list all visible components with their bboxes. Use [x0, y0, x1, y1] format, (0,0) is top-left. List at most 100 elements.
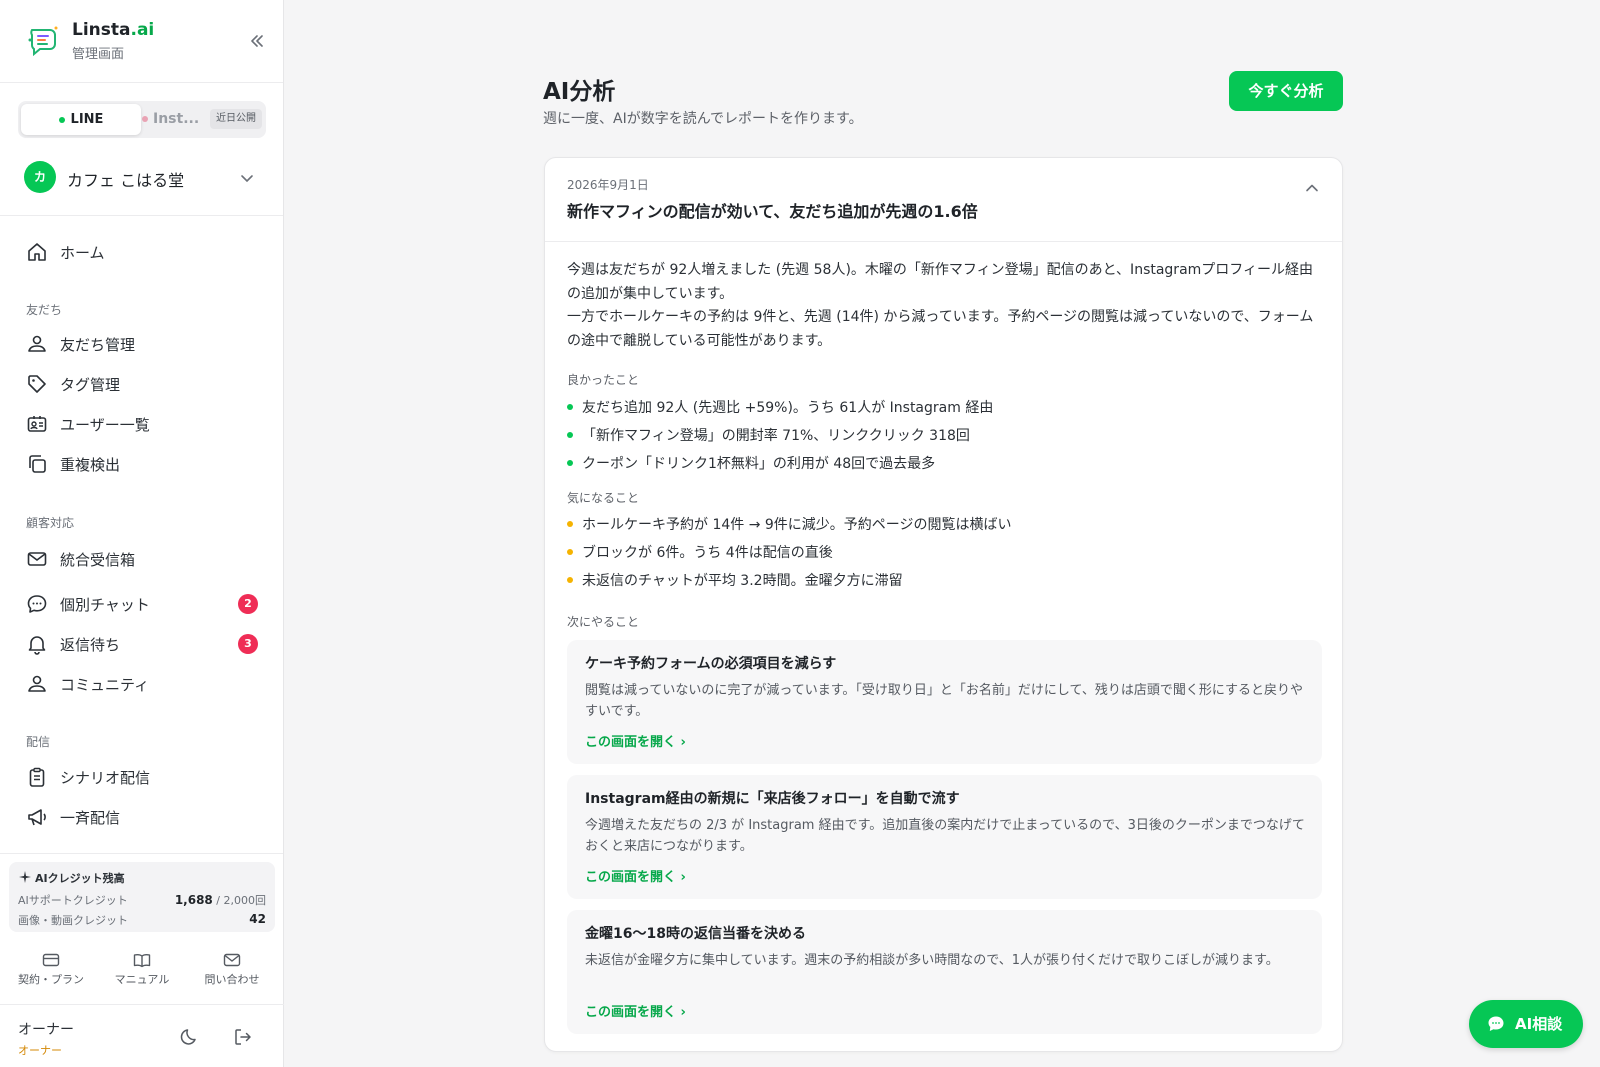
- id-card-icon: [27, 416, 47, 432]
- sidebar-item-inbox[interactable]: 統合受信箱: [26, 545, 258, 573]
- megaphone-icon: [28, 809, 46, 826]
- open-screen-link[interactable]: この画面を開く ›: [585, 1001, 686, 1020]
- channel-line-tab[interactable]: LINE: [21, 104, 141, 135]
- clipboard-icon: [29, 767, 45, 787]
- instagram-status-dot: [142, 116, 148, 122]
- sidebar-item-label: 返信待ち: [60, 636, 121, 654]
- summary-paragraph: 一方でホールケーキの予約は 9件と、先週 (14件) から減っています。予約ペー…: [567, 309, 1314, 349]
- chevron-down-icon: [241, 175, 253, 183]
- channel-toggle: LINE Inst... 近日公開: [18, 101, 266, 138]
- page-title: AI分析: [543, 79, 616, 105]
- credit-support-row: AIサポートクレジット 1,688 / 2,000回: [18, 893, 266, 907]
- collapse-sidebar-button[interactable]: [244, 28, 270, 54]
- plan-link[interactable]: 契約・プラン: [6, 952, 96, 987]
- coming-soon-badge: 近日公開: [210, 109, 262, 129]
- book-icon: [133, 954, 151, 968]
- line-status-dot: [58, 116, 65, 123]
- double-chevron-left-icon: [251, 35, 263, 47]
- copy-icon: [29, 455, 46, 473]
- sidebar-item-broadcast[interactable]: 一斉配信: [26, 803, 258, 831]
- credit-media-row: 画像・動画クレジット 42: [18, 912, 266, 927]
- concern-item: ホールケーキ予約が 14件 → 9件に減少。予約ページの閲覧は横ばい: [567, 514, 1012, 534]
- action-body: 未返信が金曜夕方に集中しています。週末の予約相談が多い時間なので、1人が張り付く…: [585, 953, 1279, 968]
- sidebar-item-label: 重複検出: [60, 456, 121, 474]
- sidebar-divider: [0, 853, 283, 854]
- action-title: 金曜16〜18時の返信当番を決める: [585, 926, 806, 942]
- sidebar-item-label: コミュニティ: [60, 676, 150, 694]
- open-screen-link[interactable]: この画面を開く ›: [585, 731, 686, 750]
- manual-link[interactable]: マニュアル: [97, 952, 187, 987]
- sidebar-item-label: 一斉配信: [60, 809, 121, 827]
- ai-consult-button[interactable]: AI相談: [1469, 1000, 1583, 1048]
- account-avatar: カ: [24, 161, 56, 193]
- sidebar: Linsta.ai 管理画面 LINE Inst... 近日公開 カ カフェ こ…: [0, 0, 284, 1067]
- chevron-right-icon: ›: [680, 870, 686, 885]
- credit-card-icon: [42, 953, 60, 967]
- good-item: 「新作マフィン登場」の開封率 71%、リンククリック 318回: [567, 425, 970, 445]
- sidebar-item-label: 友だち管理: [60, 336, 136, 354]
- channel-instagram-tab[interactable]: Inst...: [142, 104, 206, 135]
- good-section-label: 良かったこと: [567, 373, 640, 387]
- user-name: オーナー: [18, 1022, 74, 1038]
- sidebar-item-chat[interactable]: 個別チャット 2: [26, 590, 258, 618]
- good-item: クーポン「ドリンク1杯無料」の利用が 48回で過去最多: [567, 453, 935, 473]
- sidebar-divider: [0, 215, 283, 216]
- moon-icon[interactable]: [180, 1027, 200, 1047]
- next-section-label: 次にやること: [567, 615, 640, 629]
- concern-section-label: 気になること: [567, 491, 640, 505]
- sidebar-item-waiting[interactable]: 返信待ち 3: [26, 630, 258, 658]
- sidebar-item-label: ホーム: [60, 244, 105, 262]
- sparkle-icon: [19, 871, 31, 883]
- sidebar-item-community[interactable]: コミュニティ: [26, 670, 258, 698]
- nav-section-friends: 友だち: [26, 303, 63, 317]
- bell-icon: [28, 636, 46, 655]
- report-summary: 今週は友だちが 92人増えました (先週 58人)。木曜の「新作マフィン登場」配…: [567, 259, 1322, 353]
- mail-icon: [223, 953, 241, 967]
- brand-header: Linsta.ai 管理画面: [0, 0, 283, 83]
- nav-section-broadcast: 配信: [26, 735, 51, 749]
- action-body: 閲覧は減っていないのに完了が減っています。「受け取り日」と「お名前」だけにして、…: [585, 683, 1303, 719]
- chat-unread-badge: 2: [238, 594, 258, 614]
- users-icon: [28, 335, 46, 352]
- current-user: オーナー オーナー: [0, 1004, 284, 1064]
- chat-bubble-icon: [1488, 1016, 1504, 1031]
- tag-icon: [28, 375, 46, 393]
- action-body: 今週増えた友だちの 2/3 が Instagram 経由です。追加直後の案内だけ…: [585, 818, 1305, 854]
- credit-title: AIクレジット残高: [19, 870, 125, 886]
- action-title: Instagram経由の新規に「来店後フォロー」を自動で流す: [585, 791, 960, 807]
- open-screen-link[interactable]: この画面を開く ›: [585, 866, 686, 885]
- sidebar-item-tags[interactable]: タグ管理: [26, 370, 258, 398]
- concern-item: ブロックが 6件。うち 4件は配信の直後: [567, 542, 833, 562]
- community-icon: [28, 675, 46, 692]
- analyze-now-button[interactable]: 今すぐ分析: [1229, 71, 1343, 111]
- contact-link[interactable]: 問い合わせ: [187, 952, 277, 987]
- home-icon: [28, 243, 46, 261]
- ai-credit-card: AIクレジット残高 AIサポートクレジット 1,688 / 2,000回 画像・…: [9, 862, 275, 932]
- sidebar-item-users[interactable]: ユーザー一覧: [26, 410, 258, 438]
- report-card: 2026年9月1日 新作マフィンの配信が効いて、友だち追加が先週の1.6倍 今週…: [544, 157, 1343, 1052]
- sidebar-item-home[interactable]: ホーム: [26, 238, 258, 266]
- sidebar-footer-links: 契約・プラン マニュアル 問い合わせ: [0, 952, 284, 992]
- chat-bubble-icon: [27, 595, 47, 613]
- sidebar-item-label: 統合受信箱: [60, 551, 136, 569]
- waiting-badge: 3: [238, 634, 258, 654]
- sidebar-item-duplicates[interactable]: 重複検出: [26, 450, 258, 478]
- chevron-right-icon: ›: [680, 1005, 686, 1020]
- page-subtitle: 週に一度、AIが数字を読んでレポートを作ります。: [543, 111, 863, 127]
- sidebar-item-scenario[interactable]: シナリオ配信: [26, 763, 258, 791]
- sidebar-item-friends[interactable]: 友だち管理: [26, 330, 258, 358]
- brand-subtitle: 管理画面: [72, 47, 125, 62]
- report-headline: 新作マフィンの配信が効いて、友だち追加が先週の1.6倍: [567, 202, 978, 221]
- mail-icon: [27, 552, 47, 566]
- account-selector[interactable]: カ カフェ こはる堂: [24, 160, 260, 194]
- logout-icon[interactable]: [233, 1027, 253, 1047]
- concern-item: 未返信のチャットが平均 3.2時間。金曜夕方に滞留: [567, 570, 903, 590]
- account-name: カフェ こはる堂: [67, 171, 185, 190]
- chevron-right-icon: ›: [680, 735, 686, 750]
- good-item: 友だち追加 92人 (先週比 +59%)。うち 61人が Instagram 経…: [567, 397, 993, 417]
- action-title: ケーキ予約フォームの必須項目を減らす: [585, 656, 837, 672]
- sidebar-item-label: 個別チャット: [60, 596, 150, 614]
- action-card: 金曜16〜18時の返信当番を決める 未返信が金曜夕方に集中しています。週末の予約…: [567, 910, 1322, 1034]
- chevron-up-icon[interactable]: [1304, 180, 1320, 196]
- summary-paragraph: 今週は友だちが 92人増えました (先週 58人)。木曜の「新作マフィン登場」配…: [567, 262, 1314, 302]
